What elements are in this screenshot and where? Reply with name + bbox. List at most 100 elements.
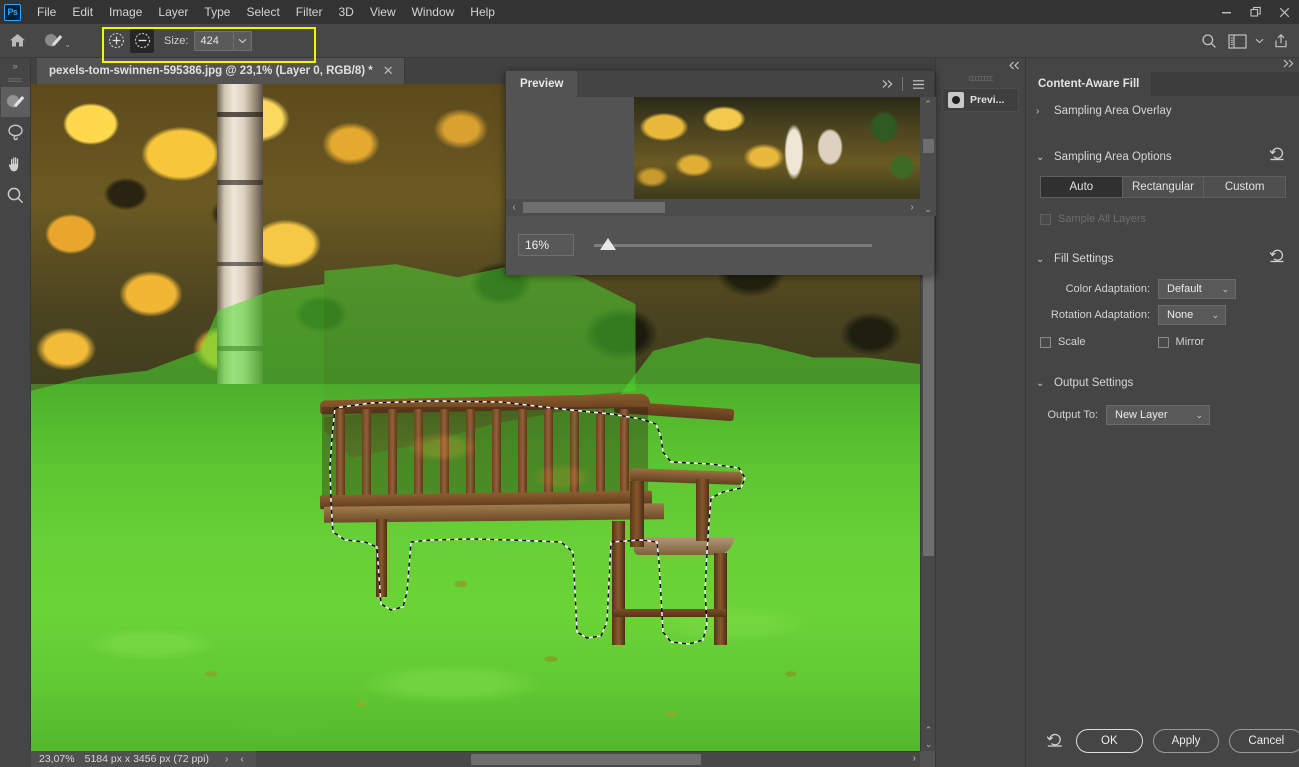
panel-menu-icon[interactable] (908, 71, 928, 97)
preview-zoom-input[interactable]: 16% (518, 234, 574, 256)
section-sampling-area-overlay[interactable]: › Sampling Area Overlay (1026, 96, 1299, 126)
preview-zoom-row: 16% (506, 225, 936, 265)
collapsed-preview-tab[interactable]: Previ... (942, 88, 1019, 112)
preview-vertical-scrollbar[interactable]: ⌃ ⌄ (920, 97, 936, 216)
color-adaptation-label: Color Adaptation: (1065, 283, 1150, 295)
chevron-down-icon: ⌄ (1195, 410, 1203, 420)
scale-checkbox[interactable] (1040, 336, 1051, 348)
output-to-select[interactable]: New Layer ⌄ (1106, 405, 1210, 425)
close-icon[interactable]: ✕ (383, 63, 394, 79)
double-chevron-right-icon[interactable] (877, 71, 897, 97)
rotation-adaptation-value: None (1167, 309, 1194, 321)
section-fill-settings[interactable]: ⌄ Fill Settings (1026, 244, 1299, 274)
close-button[interactable] (1270, 0, 1299, 24)
canvas-horizontal-scroll-thumb[interactable] (471, 754, 701, 765)
zoom-tool[interactable] (1, 180, 30, 210)
menu-select[interactable]: Select (238, 1, 287, 23)
segment-rectangular[interactable]: Rectangular (1122, 177, 1205, 197)
share-icon[interactable] (1267, 24, 1295, 58)
tab-preview[interactable]: Preview (506, 71, 578, 97)
status-zoom-level[interactable]: 23,07% (31, 753, 85, 765)
chevron-right-icon[interactable]: › (913, 753, 916, 764)
cancel-button[interactable]: Cancel (1229, 729, 1299, 753)
home-icon[interactable] (0, 24, 34, 58)
tab-content-aware-fill[interactable]: Content-Aware Fill (1026, 72, 1152, 96)
search-icon[interactable] (1195, 24, 1223, 58)
menu-window[interactable]: Window (404, 1, 463, 23)
sampling-brush-icon[interactable]: ⌄ (34, 24, 74, 58)
toolbar-expand-icon[interactable]: » (0, 58, 30, 74)
restore-button[interactable] (1241, 0, 1270, 24)
status-collapse-icon[interactable]: ‹ (234, 754, 249, 765)
minimize-button[interactable] (1212, 0, 1241, 24)
menu-help[interactable]: Help (462, 1, 503, 23)
mirror-checkbox[interactable] (1157, 336, 1169, 348)
menu-type[interactable]: Type (196, 1, 238, 23)
window-controls (1212, 0, 1299, 24)
output-to-value: New Layer (1115, 409, 1168, 421)
sample-all-layers-label: Sample All Layers (1058, 213, 1147, 225)
content-aware-fill-footer: OK Apply Cancel (1026, 715, 1299, 767)
color-adaptation-select[interactable]: Default ⌄ (1158, 279, 1236, 299)
preview-panel-tabstrip: Preview (506, 71, 934, 97)
chevron-down-icon[interactable]: ⌄ (920, 202, 936, 216)
brush-size-input[interactable]: 424 (194, 30, 235, 51)
reset-fill-settings-icon[interactable] (1269, 248, 1286, 266)
menu-3d[interactable]: 3D (330, 1, 361, 23)
menu-layer[interactable]: Layer (150, 1, 196, 23)
preview-image-area[interactable] (506, 97, 920, 199)
sampling-brush-tool[interactable] (1, 87, 30, 117)
double-chevron-right-icon[interactable] (1282, 59, 1295, 70)
rotation-adaptation-select[interactable]: None ⌄ (1158, 305, 1226, 325)
subtract-from-sampling-area-button[interactable] (130, 28, 154, 53)
chevron-down-icon: ⌄ (64, 39, 71, 49)
menu-file[interactable]: File (29, 1, 64, 23)
lasso-tool[interactable] (1, 118, 30, 148)
workspace-icon[interactable] (1223, 24, 1251, 58)
menu-image[interactable]: Image (101, 1, 150, 23)
chevron-left-icon[interactable]: ‹ (506, 199, 522, 216)
document-tab[interactable]: pexels-tom-swinnen-595386.jpg @ 23,1% (L… (37, 58, 405, 84)
scale-row[interactable]: Scale (1040, 336, 1086, 348)
brush-size-dropdown-icon[interactable] (234, 30, 253, 51)
chevron-down-icon[interactable]: ⌄ (921, 737, 936, 751)
mirror-row[interactable]: Mirror (1157, 336, 1204, 348)
chevron-up-icon[interactable]: ⌃ (920, 97, 936, 111)
output-to-label: Output To: (1047, 409, 1098, 421)
document-tab-title: pexels-tom-swinnen-595386.jpg @ 23,1% (L… (49, 65, 373, 77)
preview-horizontal-scrollbar[interactable]: ‹ › (506, 199, 920, 216)
reset-all-icon[interactable] (1046, 732, 1064, 751)
section-sampling-area-options[interactable]: ⌄ Sampling Area Options (1026, 142, 1299, 172)
preview-zoom-slider[interactable] (594, 235, 872, 255)
output-to-row: Output To: New Layer ⌄ (1026, 402, 1299, 428)
segment-auto[interactable]: Auto (1041, 177, 1123, 197)
chevron-down-icon: ⌄ (1211, 310, 1219, 320)
status-expand-icon[interactable]: › (219, 754, 234, 765)
double-chevron-left-icon[interactable] (936, 58, 1025, 72)
toolbar-grip[interactable] (0, 74, 30, 86)
add-to-sampling-area-button[interactable] (104, 29, 128, 53)
brush-size-label: Size: (164, 34, 189, 47)
preview-vertical-scroll-thumb[interactable] (923, 139, 934, 153)
fill-settings-title: Fill Settings (1054, 253, 1114, 265)
dock-grip[interactable] (936, 72, 1025, 84)
ok-button[interactable]: OK (1076, 729, 1143, 753)
workspace-chevron-down-icon[interactable] (1251, 24, 1267, 58)
preview-zoom-slider-thumb[interactable] (600, 238, 616, 250)
tools-panel: » (0, 58, 31, 767)
apply-button[interactable]: Apply (1152, 729, 1220, 753)
menu-filter[interactable]: Filter (288, 1, 331, 23)
menu-bar: Ps File Edit Image Layer Type Select Fil… (0, 0, 1299, 24)
preview-horizontal-scroll-thumb[interactable] (523, 202, 665, 213)
reset-sampling-area-options-icon[interactable] (1269, 146, 1286, 164)
status-bar: 23,07% 5184 px x 3456 px (72 ppi) › ‹ (31, 751, 256, 767)
chevron-down-icon: ⌄ (1036, 151, 1045, 163)
chevron-up-icon[interactable]: ⌃ (921, 723, 936, 737)
app-logo: Ps (4, 3, 21, 21)
section-output-settings[interactable]: ⌄ Output Settings (1026, 368, 1299, 398)
segment-custom[interactable]: Custom (1204, 177, 1286, 197)
menu-view[interactable]: View (362, 1, 404, 23)
hand-tool[interactable] (1, 149, 30, 179)
chevron-right-icon[interactable]: › (904, 199, 920, 216)
menu-edit[interactable]: Edit (64, 1, 101, 23)
